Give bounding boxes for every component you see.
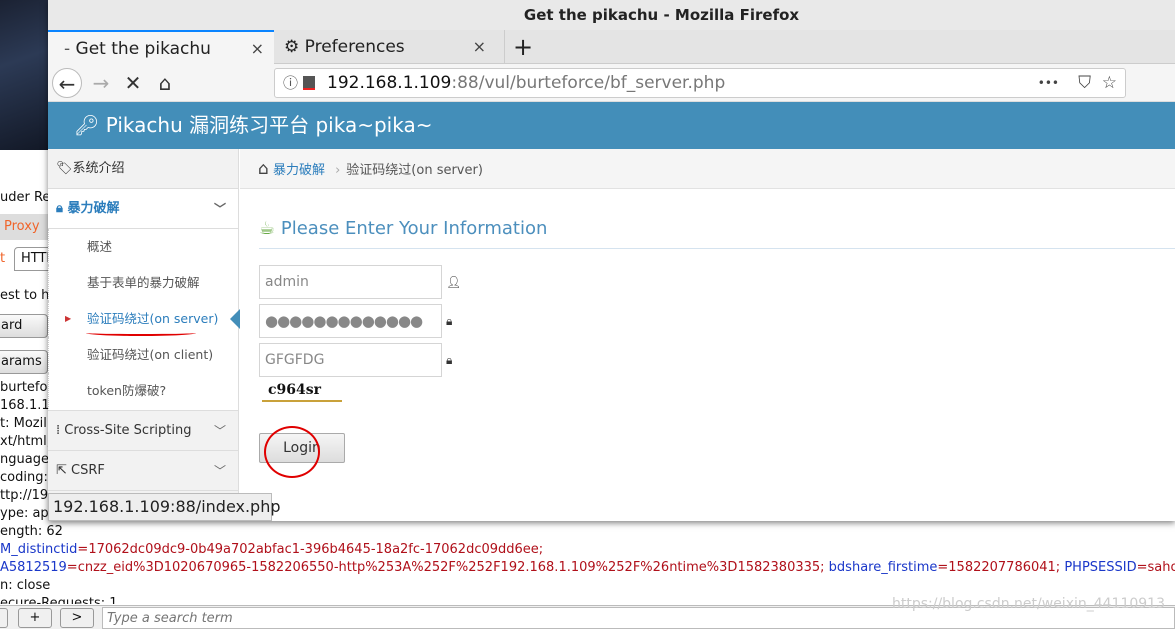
sidebar-item-xss[interactable]: ⁞ Cross-Site Scripting ﹀	[48, 411, 238, 451]
username-input[interactable]: admin	[259, 265, 442, 299]
search-bar: + > https://blog.csdn.net/weixin_4411091…	[0, 596, 1175, 629]
red-circle-annotation	[264, 426, 320, 478]
site-header: 🔑︎ Pikachu 漏洞练习平台 pika~pika~	[48, 102, 1175, 149]
burp-proxy-tab[interactable]: Proxy	[0, 214, 48, 240]
info-icon[interactable]: ⓘ	[283, 69, 298, 97]
firefox-window: Get the pikachu - Mozilla Firefox - Get …	[48, 0, 1175, 521]
status-url-tooltip: 192.168.1.109:88/index.php	[48, 493, 281, 521]
vcode-input[interactable]: GFGFDG	[259, 343, 442, 377]
loading-icon: -	[64, 39, 76, 59]
request-line: ength: 62	[0, 524, 63, 539]
page-actions-icon[interactable]: •••	[1038, 69, 1059, 97]
request-line: t: Mozill	[0, 416, 51, 431]
burp-params-button[interactable]: arams	[0, 350, 48, 374]
tab-preferences[interactable]: ⚙ Preferences ×	[276, 30, 496, 64]
cookie-key: A5812519	[0, 560, 67, 575]
sidebar: 🏷︎系统介绍 🔒︎ 暴力破解 ﹀ 概述 基于表单的暴力破解 ▶ 验证码绕过(on s…	[48, 149, 240, 493]
breadcrumb-parent[interactable]: 暴力破解	[273, 163, 325, 178]
chevron-down-icon: ﹀	[213, 202, 226, 216]
url-host: 192.168.1.109	[327, 73, 452, 93]
red-underline-annotation	[86, 330, 196, 336]
share-icon: ⇱	[56, 463, 72, 478]
sidebar-subitem-overview[interactable]: 概述	[48, 229, 238, 265]
lock-icon: 🔒︎	[446, 353, 453, 367]
new-tab-button[interactable]: +	[504, 30, 533, 64]
sidebar-item-csrf[interactable]: ⇱ CSRF ﹀	[48, 451, 238, 491]
cookie-value: =17062dc09dc9-0b49a702abfac1-396b4645-18…	[77, 542, 544, 557]
bookmark-star-icon[interactable]: ☆	[1102, 69, 1117, 97]
request-line: ecure-Requests: 1	[0, 596, 118, 604]
sidebar-subitem-captcha-client[interactable]: 验证码绕过(on client)	[48, 337, 238, 373]
caret-right-icon: ▶	[65, 314, 72, 323]
home-button[interactable]: ⌂	[150, 68, 180, 98]
sidebar-subitem-form[interactable]: 基于表单的暴力破解	[48, 265, 238, 301]
breadcrumb-current: 验证码绕过(on server)	[346, 163, 483, 178]
password-input[interactable]: ●●●●●●●●●●●●●	[259, 304, 442, 338]
insecure-lock-icon	[303, 76, 315, 90]
close-tab-icon[interactable]: ×	[251, 32, 264, 66]
captcha-image: c964sr	[262, 382, 342, 402]
sidebar-item-label: Cross-Site Scripting	[64, 423, 192, 438]
sidebar-item-label: CSRF	[71, 463, 105, 478]
cookie-value: =saho4309	[1136, 560, 1175, 575]
sidebar-item-label: 系统介绍	[72, 161, 125, 176]
sidebar-item-intro[interactable]: 🏷︎系统介绍	[48, 149, 238, 189]
cookie-key: PHPSESSID	[1064, 560, 1137, 575]
watermark: https://blog.csdn.net/weixin_44110913	[891, 596, 1165, 612]
sidebar-subitem-token[interactable]: token防爆破?	[48, 373, 238, 411]
chevron-down-icon: ﹀	[213, 464, 226, 478]
tag-icon: 🏷︎	[56, 161, 73, 176]
tab-label: Preferences	[304, 37, 405, 57]
back-button[interactable]: ←	[52, 68, 82, 98]
desktop-background	[0, 0, 48, 150]
cookie-key: M_distinctid	[0, 542, 78, 557]
url-bar[interactable]: ⓘ 192.168.1.109:88/vul/burteforce/bf_ser…	[274, 68, 1126, 98]
prev-button[interactable]	[0, 608, 8, 628]
user-icon: 👤︎	[446, 275, 462, 289]
url-path: :88/vul/burteforce/bf_server.php	[451, 73, 726, 93]
sidebar-item-label: 暴力破解	[67, 201, 120, 216]
sidebar-item-label: 验证码绕过(on server)	[87, 311, 219, 326]
window-title: Get the pikachu - Mozilla Firefox	[48, 0, 1175, 30]
nav-bar: ← → ✕ ⌂ ⓘ 192.168.1.109:88/vul/burteforc…	[48, 64, 1175, 102]
cookie-value: =cnzz_eid%3D1020670965-1582206550-http%2…	[66, 560, 825, 575]
cookie-line: A5812519=cnzz_eid%3D1020670965-158220655…	[0, 560, 1175, 575]
coffee-icon: ☕︎	[259, 218, 281, 239]
tab-strip: - Get the pikachu × ⚙ Preferences × +	[48, 30, 1175, 64]
request-line: n: close	[0, 578, 51, 593]
home-icon[interactable]: ⌂	[258, 159, 269, 179]
add-button[interactable]: +	[18, 608, 52, 628]
form-heading: ☕︎ Please Enter Your Information	[259, 218, 1175, 249]
tab-get-the-pikachu[interactable]: - Get the pikachu ×	[48, 30, 274, 64]
pocket-icon[interactable]: ⛉	[1078, 69, 1091, 97]
tab-label: Get the pikachu	[75, 39, 211, 59]
active-indicator	[220, 309, 240, 329]
stop-button[interactable]: ✕	[118, 68, 148, 98]
chevron-down-icon: ﹀	[213, 424, 226, 438]
heading-text: Please Enter Your Information	[280, 218, 548, 239]
site-title[interactable]: Pikachu 漏洞练习平台 pika~pika~	[106, 113, 433, 137]
lock-icon: 🔒︎	[446, 314, 453, 328]
cookie-line: M_distinctid=17062dc09dc9-0b49a702abfac1…	[0, 542, 543, 557]
request-line: nguage:	[0, 452, 54, 467]
cookie-value: =1582207786041;	[937, 560, 1061, 575]
gear-icon: ⚙	[284, 37, 305, 57]
close-tab-icon[interactable]: ×	[473, 30, 486, 64]
burp-menu[interactable]: uder Re	[0, 190, 50, 205]
key-icon: 🔑︎	[74, 113, 106, 137]
breadcrumb: ⌂ 暴力破解 › 验证码绕过(on server)	[240, 149, 1175, 189]
lock-icon: 🔒︎	[56, 201, 68, 216]
request-line: burtefor	[0, 380, 53, 395]
cookie-key: bdshare_firstime	[828, 560, 938, 575]
breadcrumb-separator: ›	[335, 163, 341, 178]
next-button[interactable]: >	[60, 608, 94, 628]
burp-intercept-tab[interactable]: t	[0, 248, 5, 270]
burp-forward-button[interactable]: ard	[0, 314, 48, 338]
forward-button[interactable]: →	[86, 68, 116, 98]
sidebar-item-bruteforce[interactable]: 🔒︎ 暴力破解 ﹀	[48, 189, 238, 229]
